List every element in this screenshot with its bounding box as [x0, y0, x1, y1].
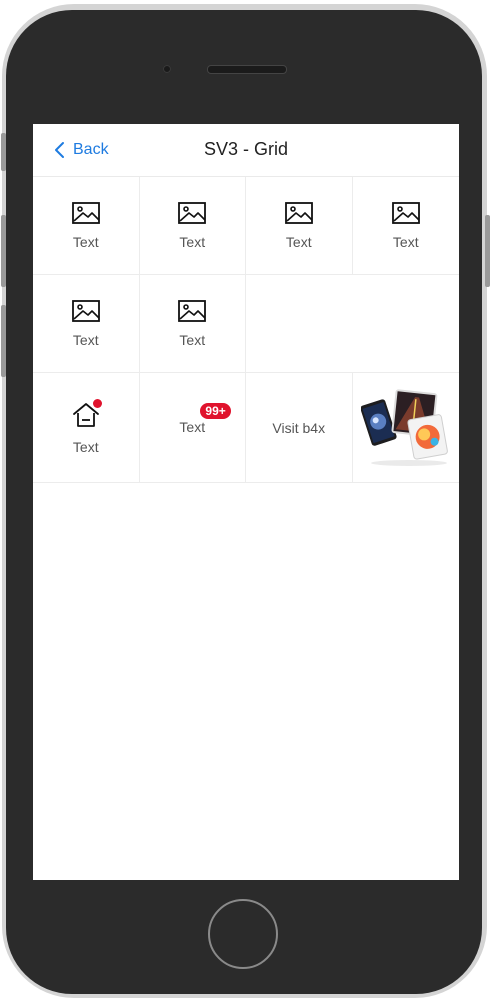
image-icon [178, 201, 207, 224]
grid-item[interactable]: Text [33, 177, 140, 274]
grid-item-badge[interactable]: Text 99+ [140, 373, 246, 482]
grid-item-label: Text [72, 331, 99, 348]
image-icon [71, 299, 100, 322]
image-icon [284, 201, 313, 224]
grid-item-label: Text [179, 331, 206, 348]
grid-item-label: Text [179, 233, 206, 250]
image-icon [71, 201, 100, 224]
visit-b4x-link[interactable]: Visit b4x [246, 373, 353, 482]
empty-grid-cell [246, 275, 353, 372]
visit-label: Visit b4x [272, 419, 326, 436]
empty-grid-cell [353, 275, 460, 372]
devices-image [360, 388, 448, 466]
grid-row: Text Text [33, 275, 459, 373]
grid-row: Text Text 99+ Visit b4x [33, 373, 459, 483]
volume-down-button [1, 305, 6, 377]
badge-wrapper: Text 99+ [179, 402, 231, 437]
grid-item-label: Text [179, 418, 206, 435]
devices-image-cell[interactable] [353, 373, 460, 482]
home-button[interactable] [208, 899, 278, 969]
grid-item-label: Text [72, 233, 99, 250]
grid-item-home[interactable]: Text [33, 373, 140, 482]
app-screen: Back SV3 - Grid Text Text Text Text Text… [33, 124, 459, 880]
grid-item[interactable]: Text [140, 275, 246, 372]
grid-item[interactable]: Text [140, 177, 246, 274]
image-icon [391, 201, 420, 224]
notification-dot [92, 398, 102, 408]
grid-item[interactable]: Text [33, 275, 140, 372]
grid-item[interactable]: Text [246, 177, 353, 274]
mute-switch [1, 133, 6, 171]
count-badge: 99+ [200, 402, 231, 419]
grid-item-label: Text [72, 438, 99, 455]
page-title: SV3 - Grid [203, 139, 289, 159]
front-camera [163, 65, 171, 73]
image-icon [178, 299, 207, 322]
grid-item-label: Text [285, 233, 312, 250]
house-icon-wrapper [72, 398, 102, 429]
navigation-bar: Back SV3 - Grid [33, 124, 459, 177]
volume-up-button [1, 215, 6, 287]
power-button [485, 215, 490, 287]
grid-item[interactable]: Text [353, 177, 460, 274]
grid-row: Text Text Text Text [33, 177, 459, 275]
grid: Text Text Text Text Text Text Text Text … [33, 177, 459, 483]
earpiece-speaker [207, 65, 287, 74]
grid-item-label: Text [392, 233, 419, 250]
